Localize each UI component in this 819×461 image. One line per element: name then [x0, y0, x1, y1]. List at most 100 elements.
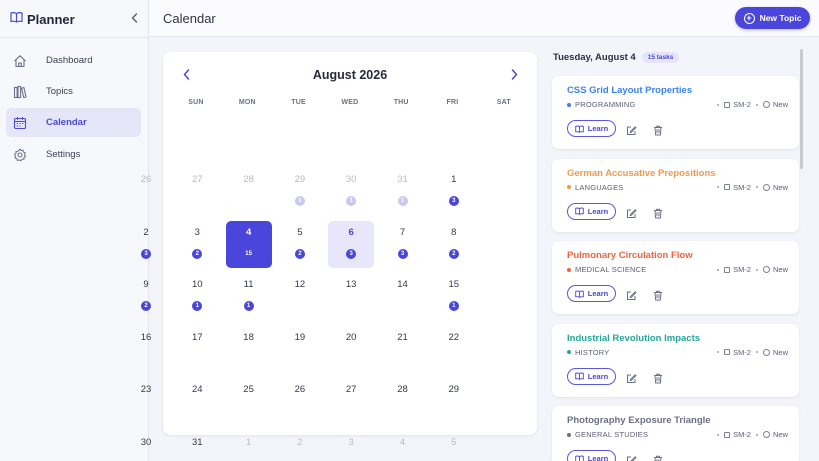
sidebar-item-settings[interactable]: Settings [6, 140, 141, 169]
task-title[interactable]: Photography Exposure Triangle [567, 415, 711, 426]
calendar-day[interactable]: 27 [328, 378, 374, 425]
day-number: 4 [399, 436, 406, 448]
trash-icon[interactable] [653, 123, 663, 136]
calendar-day[interactable]: 21 [380, 326, 426, 373]
category-dot [567, 350, 571, 354]
edit-icon[interactable] [626, 206, 637, 218]
learn-button[interactable]: Learn [567, 367, 616, 385]
calendar-day[interactable]: 10 1 [174, 273, 220, 320]
collapse-sidebar-button[interactable] [128, 11, 140, 27]
calendar-day[interactable]: 22 [431, 326, 477, 373]
edit-icon[interactable] [626, 371, 637, 383]
separator-dot [717, 433, 720, 436]
calendar-day[interactable]: 4 [380, 431, 426, 461]
weekday-header: WED [341, 99, 359, 106]
calendar-day[interactable]: 12 [277, 273, 323, 320]
calendar-day[interactable]: 29 [431, 378, 477, 425]
calendar-day[interactable]: 18 [226, 326, 272, 373]
sidebar-item-topics[interactable]: Topics [6, 77, 141, 106]
calendar-day[interactable]: 25 [226, 378, 272, 425]
calendar-day[interactable]: 14 [380, 273, 426, 320]
algorithm-icon [724, 431, 731, 438]
day-number: 26 [140, 174, 152, 185]
book-open-icon [575, 202, 584, 220]
edit-icon[interactable] [626, 288, 637, 300]
calendar-day[interactable]: 23 [123, 221, 169, 268]
edit-icon[interactable] [626, 453, 637, 461]
task-category: LANGUAGES [567, 183, 623, 192]
calendar-day[interactable]: 30 1 [328, 168, 374, 215]
day-number: 24 [192, 384, 203, 395]
calendar-day[interactable]: 19 [277, 326, 323, 373]
task-card[interactable]: Industrial Revolution Impacts HISTORY SM-2… [552, 323, 799, 397]
learn-button[interactable]: Learn [567, 285, 616, 302]
edit-icon[interactable] [626, 123, 637, 135]
next-month-button[interactable] [507, 69, 521, 83]
calendar-day[interactable]: 5 [431, 431, 477, 461]
calendar-day[interactable]: 28 [226, 168, 272, 215]
calendar-day[interactable]: 26 [277, 378, 323, 425]
brand[interactable]: Planner [10, 11, 75, 27]
sidebar-item-calendar[interactable]: Calendar [6, 108, 141, 137]
calendar-day[interactable]: 30 [123, 431, 169, 461]
new-topic-button[interactable]: + New Topic [735, 7, 810, 29]
book-open-icon [10, 10, 23, 28]
day-number: 7 [399, 226, 406, 238]
separator-dot [717, 268, 720, 271]
calendar-day[interactable]: 82 [431, 221, 477, 268]
day-number: 11 [243, 279, 254, 290]
task-count-badge: 2 [448, 248, 459, 259]
task-card[interactable]: Pulmonary Circulation Flow MEDICAL SCIENC… [552, 241, 799, 314]
calendar-day[interactable]: 28 [380, 378, 426, 425]
task-count-badge: 3 [346, 248, 357, 259]
calendar-day[interactable]: 73 [380, 221, 426, 268]
calendar-day[interactable]: 27 [174, 168, 220, 215]
weekday-header: TUE [291, 99, 306, 106]
calendar-day[interactable]: 26 [123, 168, 169, 215]
calendar-day[interactable]: 15 1 [431, 273, 477, 320]
task-card[interactable]: German Accusative Prepositions LANGUAGES S… [552, 158, 799, 232]
calendar-day[interactable]: 3 [328, 431, 374, 461]
calendar-day[interactable]: 92 [123, 273, 169, 320]
algorithm-label: SM-2 [733, 182, 751, 192]
task-card[interactable]: CSS Grid Layout Properties PROGRAMMING SM-… [552, 76, 799, 149]
panel-scrollbar[interactable] [800, 49, 803, 169]
day-number: 26 [294, 384, 306, 395]
task-title[interactable]: Industrial Revolution Impacts [567, 333, 700, 344]
day-number: 28 [243, 174, 254, 185]
trash-icon[interactable] [653, 288, 663, 301]
calendar-day[interactable]: 32 [174, 221, 220, 268]
calendar-day[interactable]: 24 [174, 378, 220, 425]
calendar-day[interactable]: 13 [328, 273, 374, 320]
status-label: New [772, 182, 788, 192]
task-title[interactable]: CSS Grid Layout Properties [567, 85, 692, 96]
calendar-day[interactable]: 23 [123, 378, 169, 425]
task-category: PROGRAMMING [567, 100, 636, 109]
calendar-day[interactable]: 16 [123, 326, 169, 373]
trash-icon[interactable] [653, 371, 663, 383]
sidebar-item-dashboard[interactable]: Dashboard [6, 46, 141, 75]
calendar-day[interactable]: 63 [328, 220, 375, 268]
calendar-day[interactable]: 1 [226, 431, 272, 461]
weekday-header: FRI [446, 99, 459, 106]
calendar-day[interactable]: 52 [277, 221, 323, 268]
category-dot [567, 185, 571, 189]
task-title[interactable]: German Accusative Prepositions [567, 168, 716, 179]
trash-icon[interactable] [653, 206, 663, 218]
learn-button[interactable]: Learn [567, 202, 616, 220]
calendar-day[interactable]: 29 1 [277, 168, 323, 215]
trash-icon[interactable] [653, 453, 663, 461]
learn-button[interactable]: Learn [567, 120, 616, 137]
calendar-day[interactable]: 13 [431, 168, 477, 215]
calendar-day[interactable]: 31 1 [380, 168, 426, 215]
calendar-day[interactable]: 17 [174, 326, 220, 373]
calendar-day[interactable]: 11 1 [226, 273, 272, 320]
calendar-day[interactable]: 20 [328, 326, 374, 373]
task-card[interactable]: Photography Exposure Triangle GENERAL STU… [552, 406, 799, 461]
calendar-day[interactable]: 4 15 [225, 220, 272, 268]
calendar-day[interactable]: 2 [277, 431, 323, 461]
task-title[interactable]: Pulmonary Circulation Flow [567, 250, 693, 261]
calendar-day[interactable]: 31 [174, 431, 220, 461]
learn-button[interactable]: Learn [567, 450, 616, 461]
task-count-badge: 3 [141, 248, 151, 259]
